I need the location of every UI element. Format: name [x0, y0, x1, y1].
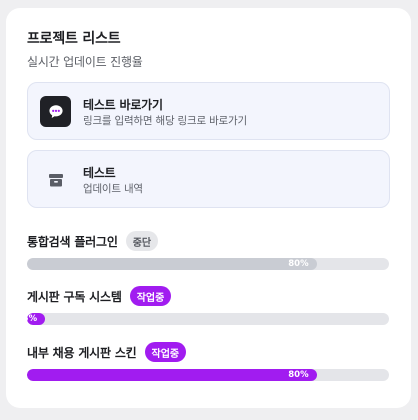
progress-label: 5% — [27, 314, 38, 324]
project-header-recruit-board-skin: 내부 채용 게시판 스킨 작업중 — [27, 341, 187, 363]
project-list-card: 프로젝트 리스트 실시간 업데이트 진행율 테스트 바로가기 링크를 입력하면 … — [6, 8, 411, 408]
progress-label: 80% — [288, 370, 309, 380]
page-title: 프로젝트 리스트 — [27, 31, 121, 47]
progress-label: 80% — [288, 259, 309, 269]
status-badge: 중단 — [125, 231, 159, 251]
link-card-test[interactable]: 테스트 업데이트 내역 — [27, 150, 390, 208]
progress-bar-board-subscription: 5% — [27, 313, 389, 325]
progress-fill: 80% — [27, 369, 317, 381]
link-card-test-shortcut[interactable]: 테스트 바로가기 링크를 입력하면 해당 링크로 바로가기 — [27, 82, 390, 140]
project-name: 통합검색 플러그인 — [27, 234, 118, 249]
project-header-search-plugin: 통합검색 플러그인 중단 — [27, 230, 159, 252]
progress-bar-search-plugin: 80% — [27, 258, 389, 270]
page-subtitle: 실시간 업데이트 진행율 — [27, 55, 143, 69]
status-badge: 작업중 — [129, 286, 172, 306]
project-name: 게시판 구독 시스템 — [27, 289, 122, 304]
link-card-title: 테스트 바로가기 — [83, 98, 163, 112]
archive-box-icon — [40, 164, 71, 195]
project-header-board-subscription: 게시판 구독 시스템 작업중 — [27, 285, 172, 307]
link-card-description: 업데이트 내역 — [83, 183, 143, 195]
link-card-description: 링크를 입력하면 해당 링크로 바로가기 — [83, 115, 247, 127]
progress-fill: 80% — [27, 258, 317, 270]
chat-bubble-icon — [40, 96, 71, 127]
link-card-title: 테스트 — [83, 166, 116, 180]
project-name: 내부 채용 게시판 스킨 — [27, 345, 137, 360]
status-badge: 작업중 — [144, 342, 187, 362]
progress-fill: 5% — [27, 313, 46, 325]
progress-bar-recruit-board-skin: 80% — [27, 369, 389, 381]
